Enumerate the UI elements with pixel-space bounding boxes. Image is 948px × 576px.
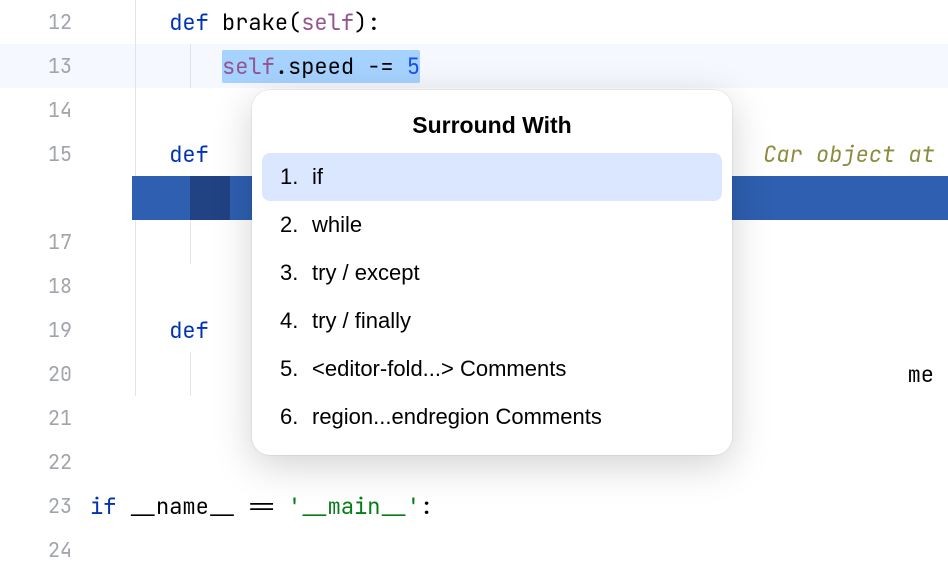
popup-item-number: 5.	[280, 356, 302, 382]
popup-item-number: 4.	[280, 308, 302, 334]
popup-item-3[interactable]: 3. try / except	[262, 249, 722, 297]
line-number: 14	[0, 97, 90, 123]
selection: self.speed -= 5	[222, 50, 420, 83]
popup-item-number: 2.	[280, 212, 302, 238]
keyword-def: def	[169, 140, 209, 169]
keyword-def: def	[169, 316, 209, 345]
popup-item-number: 6.	[280, 404, 302, 430]
inline-comment: Car object at	[763, 140, 948, 169]
line-number: 17	[0, 229, 90, 255]
code-line[interactable]: 13 self.speed -= 5	[0, 44, 948, 88]
line-number: 20	[0, 361, 90, 387]
line-number: 24	[0, 537, 90, 563]
popup-title: Surround With	[262, 102, 722, 153]
popup-item-6[interactable]: 6. region...endregion Comments	[262, 393, 722, 441]
popup-item-5[interactable]: 5. <editor-fold...> Comments	[262, 345, 722, 393]
surround-with-popup: Surround With 1. if 2. while 3. try / except 4…	[252, 90, 732, 455]
keyword-def: def	[169, 8, 209, 37]
line-number: 15	[0, 141, 90, 167]
line-number: 18	[0, 273, 90, 299]
code-line[interactable]: 12 def brake(self):	[0, 0, 948, 44]
line-number: 12	[0, 9, 90, 35]
code-fragment: me	[908, 360, 934, 389]
keyword-if: if	[90, 492, 116, 521]
func-name: brake	[209, 8, 288, 37]
code-line[interactable]: 23 if __name__ == '__main__':	[0, 484, 948, 528]
param-self: self	[301, 8, 354, 37]
code-line[interactable]: 24	[0, 528, 948, 572]
popup-item-2[interactable]: 2. while	[262, 201, 722, 249]
line-number: 19	[0, 317, 90, 343]
popup-item-number: 3.	[280, 260, 302, 286]
popup-item-label: region...endregion Comments	[312, 404, 602, 430]
popup-item-1[interactable]: 1. if	[262, 153, 722, 201]
line-number: 23	[0, 493, 90, 519]
popup-item-label: <editor-fold...> Comments	[312, 356, 566, 382]
token-self: self	[222, 52, 275, 81]
string-literal: '__main__'	[288, 492, 420, 521]
code-editor[interactable]: 12 def brake(self): 13 self.speed -= 5 1…	[0, 0, 948, 576]
number-literal: 5	[407, 52, 420, 81]
popup-item-number: 1.	[280, 164, 302, 190]
popup-item-label: while	[312, 212, 362, 238]
popup-item-label: if	[312, 164, 323, 190]
popup-item-label: try / except	[312, 260, 420, 286]
popup-list: 1. if 2. while 3. try / except 4. try / finally…	[262, 153, 722, 441]
line-number: 13	[0, 53, 90, 79]
line-number: 21	[0, 405, 90, 431]
popup-item-label: try / finally	[312, 308, 411, 334]
popup-item-4[interactable]: 4. try / finally	[262, 297, 722, 345]
line-number: 22	[0, 449, 90, 475]
